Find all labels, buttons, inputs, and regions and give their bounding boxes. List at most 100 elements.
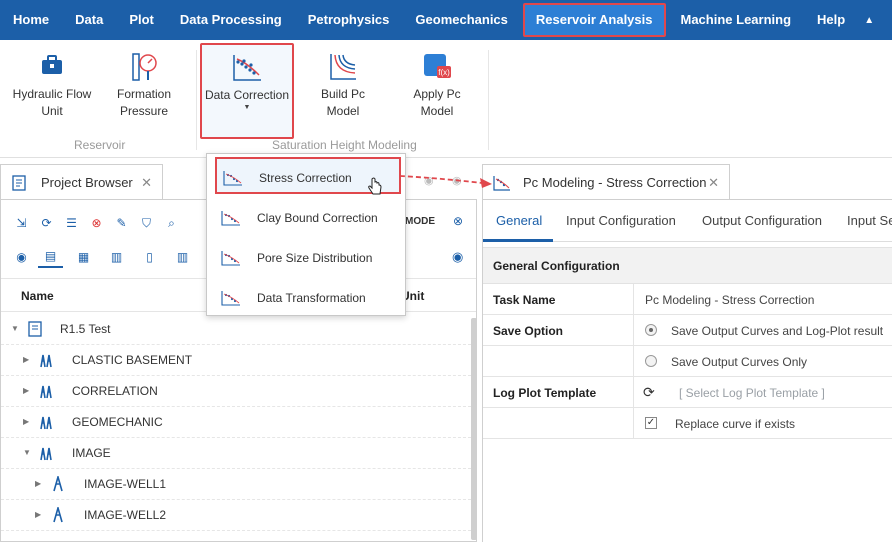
tab-output-configuration[interactable]: Output Configuration	[702, 213, 822, 228]
tree-item-label: CORRELATION	[72, 384, 158, 398]
close-mode-icon[interactable]: ⊗	[453, 214, 463, 228]
pc-modeling-title: Pc Modeling - Stress Correction	[523, 175, 707, 190]
close-icon[interactable]: ✕	[708, 175, 719, 191]
forward-icon[interactable]: ◉	[452, 249, 463, 265]
save-option-1-label[interactable]: Save Output Curves and Log-Plot result	[671, 324, 883, 338]
well-group-icon	[40, 416, 52, 430]
log-plot-template-label: Log Plot Template	[493, 386, 597, 400]
radio-save-curves-and-plot[interactable]	[645, 324, 657, 336]
menu-item-data-transformation[interactable]: Data Transformation	[207, 277, 405, 317]
tree-row[interactable]: ▼ R1.5 Test	[1, 314, 471, 345]
menu-data-processing[interactable]: Data Processing	[167, 0, 295, 40]
tree-row[interactable]: ▶ IMAGE-WELL2	[1, 500, 471, 531]
tree-item-label: IMAGE	[72, 446, 111, 460]
replace-curve-label[interactable]: Replace curve if exists	[675, 417, 795, 431]
hydraulic-flow-unit-button[interactable]: Hydraulic Flow Unit	[10, 52, 94, 120]
refresh-icon[interactable]: ⟳	[643, 384, 655, 401]
apply-pc-model-label: Apply Pc Model	[413, 87, 461, 118]
expand-icon[interactable]: ▶	[23, 417, 29, 426]
log-plot-template-select[interactable]: [ Select Log Plot Template ]	[679, 386, 825, 400]
tree-row[interactable]: ▶ IMAGE-WELL1	[1, 469, 471, 500]
stack-view-icon[interactable]: ▥	[104, 246, 129, 268]
menu-item-label: Stress Correction	[259, 171, 352, 185]
menu-petrophysics[interactable]: Petrophysics	[295, 0, 403, 40]
data-correction-icon	[493, 175, 510, 191]
menu-data[interactable]: Data	[62, 0, 116, 40]
menu-machine-learning[interactable]: Machine Learning	[668, 0, 805, 40]
document-icon	[12, 174, 26, 191]
columns-view-icon[interactable]: ▥	[170, 246, 195, 268]
tree-row[interactable]: ▼ IMAGE	[1, 438, 471, 469]
expand-icon[interactable]: ▶	[35, 479, 41, 488]
tree-row[interactable]: ▶ CLASTIC BASEMENT	[1, 345, 471, 376]
build-pc-model-icon	[330, 54, 356, 80]
well-icon	[53, 476, 63, 492]
grid-view-icon[interactable]: ▦	[71, 246, 96, 268]
menu-home[interactable]: Home	[0, 0, 62, 40]
tab-input-configuration[interactable]: Input Configuration	[566, 213, 676, 228]
tree-row[interactable]: ▶ GEOMECHANIC	[1, 407, 471, 438]
tree-scrollbar[interactable]	[471, 318, 477, 540]
pressure-gauge-icon	[132, 53, 157, 81]
collapse-icon[interactable]: ▼	[23, 448, 31, 457]
search-icon[interactable]: ⌕	[159, 212, 184, 234]
filter-icon[interactable]: ⛉	[134, 212, 159, 234]
formation-pressure-button[interactable]: Formation Pressure	[108, 52, 180, 120]
document-view-icon[interactable]: ▤	[38, 246, 63, 268]
import-icon[interactable]: ⇲	[9, 212, 34, 234]
ribbon: Hydraulic Flow Unit Formation Pressure R…	[0, 40, 892, 158]
tree-item-label: IMAGE-WELL2	[84, 508, 167, 522]
task-name-field[interactable]: Pc Modeling - Stress Correction	[645, 293, 814, 307]
chevron-down-icon: ▼	[243, 104, 251, 111]
pc-modeling-tab[interactable]: Pc Modeling - Stress Correction ✕	[482, 164, 730, 200]
stress-correction-icon	[223, 171, 242, 186]
project-browser-tab[interactable]: Project Browser ✕	[0, 164, 163, 200]
tree-row[interactable]: ▶ CORRELATION	[1, 376, 471, 407]
menu-plot[interactable]: Plot	[116, 0, 167, 40]
back-icon[interactable]: ◉	[9, 246, 34, 268]
tab-input-settings[interactable]: Input Se	[847, 213, 892, 228]
data-correction-label: Data Correction	[204, 88, 290, 102]
list-icon[interactable]: ☰	[59, 212, 84, 234]
expand-icon[interactable]: ▶	[23, 355, 29, 364]
view-toolbar: ◉ ▤ ▦ ▥ ▯ ▥	[9, 246, 199, 268]
project-icon	[28, 321, 42, 337]
radio-save-curves-only[interactable]	[645, 355, 657, 367]
well-icon	[53, 507, 63, 523]
apply-pc-model-button[interactable]: f(x) Apply Pc Model	[408, 52, 466, 120]
well-group-icon	[40, 447, 52, 461]
pore-size-distribution-icon	[221, 251, 240, 266]
menu-item-pore-size-distribution[interactable]: Pore Size Distribution	[207, 237, 405, 277]
expand-icon[interactable]: ▶	[35, 510, 41, 519]
save-option-2-label[interactable]: Save Output Curves Only	[671, 355, 807, 369]
menu-geomechanics[interactable]: Geomechanics	[402, 0, 521, 40]
menu-reservoir-analysis[interactable]: Reservoir Analysis	[522, 3, 666, 37]
toolbox-icon	[42, 55, 62, 74]
delete-icon[interactable]: ⊗	[84, 212, 109, 234]
replace-curve-checkbox[interactable]: ✓	[645, 417, 657, 429]
column-name-header[interactable]: Name	[21, 289, 54, 303]
eraser-icon[interactable]: ✎	[109, 212, 134, 234]
build-pc-model-label: Build Pc Model	[320, 87, 366, 118]
collapse-icon[interactable]: ▼	[11, 324, 19, 333]
save-option-row-2: Save Output Curves Only	[483, 346, 892, 377]
clay-bound-correction-icon	[221, 211, 240, 226]
collapse-ribbon-icon[interactable]: ▲	[858, 15, 874, 26]
formation-pressure-label: Formation Pressure	[116, 87, 172, 118]
general-configuration-header: General Configuration	[483, 247, 892, 284]
pc-modeling-panel: General Input Configuration Output Confi…	[482, 199, 892, 542]
menu-item-stress-correction[interactable]: Stress Correction	[215, 157, 401, 195]
hand-cursor-icon	[368, 177, 382, 195]
expand-icon[interactable]: ▶	[23, 386, 29, 395]
menu-item-label: Data Transformation	[257, 291, 366, 305]
tab-general[interactable]: General	[496, 213, 542, 228]
build-pc-model-button[interactable]: Build Pc Model	[316, 52, 370, 120]
file-view-icon[interactable]: ▯	[137, 246, 162, 268]
menu-item-clay-bound-correction[interactable]: Clay Bound Correction	[207, 197, 405, 237]
log-plot-template-row: Log Plot Template ⟳ [ Select Log Plot Te…	[483, 377, 892, 408]
close-icon[interactable]: ✕	[141, 175, 152, 191]
column-divider	[633, 377, 634, 407]
menu-help[interactable]: Help	[804, 0, 858, 40]
data-correction-button[interactable]: Data Correction ▼	[200, 43, 294, 139]
refresh-icon[interactable]: ⟳	[34, 212, 59, 234]
